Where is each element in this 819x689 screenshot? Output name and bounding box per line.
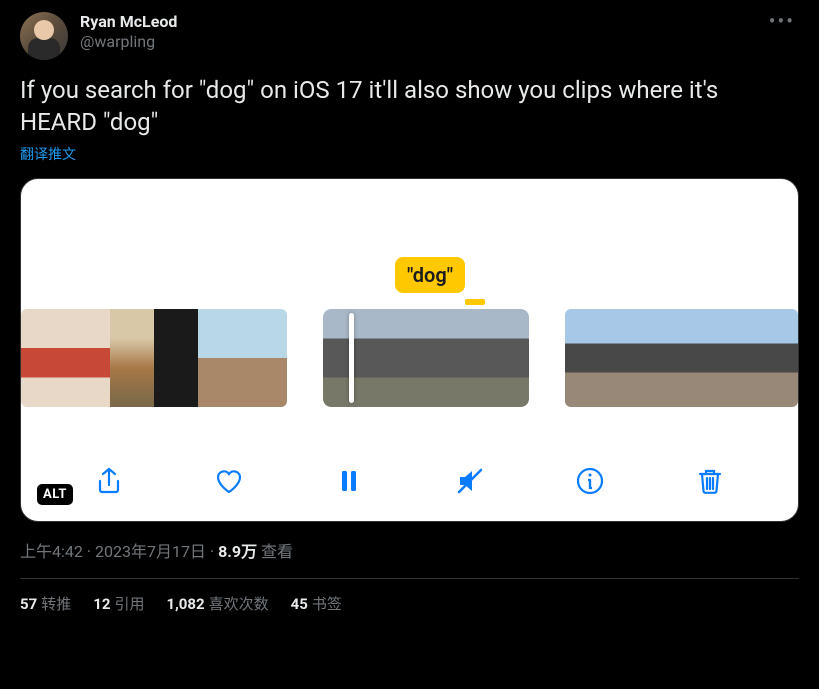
playhead-marker bbox=[465, 299, 485, 305]
quotes-stat[interactable]: 12引用 bbox=[93, 593, 144, 614]
more-icon[interactable]: ••• bbox=[765, 12, 799, 30]
tweet-stats: 57转推 12引用 1,082喜欢次数 45书签 bbox=[20, 593, 799, 614]
mute-icon[interactable] bbox=[448, 459, 492, 503]
media-card[interactable]: "dog" bbox=[20, 178, 799, 522]
tweet-container: Ryan McLeod @warpling ••• If you search … bbox=[0, 0, 819, 614]
info-icon[interactable] bbox=[568, 459, 612, 503]
display-name: Ryan McLeod bbox=[80, 12, 753, 32]
search-token-tag: "dog" bbox=[395, 257, 465, 293]
tweet-date[interactable]: 2023年7月17日 bbox=[95, 542, 206, 561]
handle: @warpling bbox=[80, 32, 753, 52]
alt-badge[interactable]: ALT bbox=[37, 484, 73, 505]
translate-link[interactable]: 翻译推文 bbox=[20, 144, 799, 164]
playhead-bar[interactable] bbox=[349, 313, 354, 403]
bookmarks-stat[interactable]: 45书签 bbox=[291, 593, 342, 614]
divider bbox=[20, 578, 799, 579]
pause-icon[interactable] bbox=[327, 459, 371, 503]
clip-thumbnail[interactable] bbox=[565, 309, 798, 407]
tweet-meta: 上午4:42 · 2023年7月17日 · 8.9万 查看 bbox=[20, 538, 799, 562]
tweet-text: If you search for "dog" on iOS 17 it'll … bbox=[20, 74, 799, 138]
clip-thumbnail[interactable] bbox=[21, 309, 287, 407]
avatar[interactable] bbox=[20, 12, 68, 60]
retweets-stat[interactable]: 57转推 bbox=[20, 593, 71, 614]
trash-icon[interactable] bbox=[688, 459, 732, 503]
likes-stat[interactable]: 1,082喜欢次数 bbox=[166, 593, 268, 614]
tweet-header: Ryan McLeod @warpling ••• bbox=[20, 12, 799, 60]
views-label: 查看 bbox=[257, 542, 293, 561]
views-count: 8.9万 bbox=[218, 542, 257, 561]
media-toolbar bbox=[21, 459, 798, 503]
tweet-time[interactable]: 上午4:42 bbox=[20, 542, 83, 561]
author-block[interactable]: Ryan McLeod @warpling bbox=[80, 12, 753, 52]
share-icon[interactable] bbox=[87, 459, 131, 503]
heart-icon[interactable] bbox=[207, 459, 251, 503]
video-filmstrip[interactable] bbox=[21, 309, 798, 407]
